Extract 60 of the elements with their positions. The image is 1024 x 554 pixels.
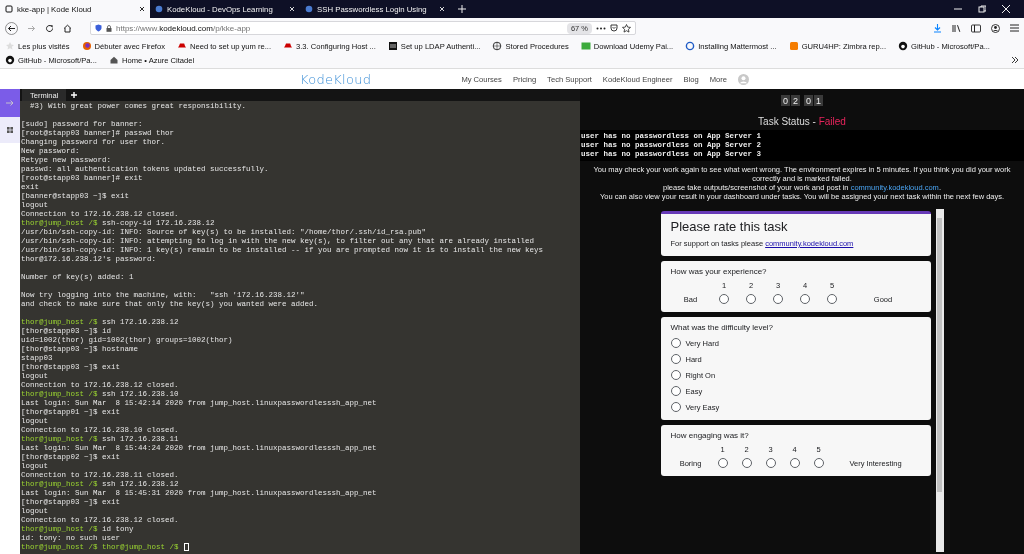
radio-button[interactable]: [670, 354, 681, 364]
maximize-icon[interactable]: [978, 5, 986, 13]
timer-digit: 0: [781, 95, 790, 106]
question-text: What was the difficulty level?: [670, 323, 775, 332]
hat-icon: [283, 41, 294, 51]
hat-icon: [177, 41, 187, 51]
lock-icon: [106, 24, 112, 32]
arrow-icon: [6, 100, 14, 106]
question-text: How engaging was it?: [670, 431, 750, 440]
scrollbar[interactable]: [935, 209, 944, 552]
radio-button[interactable]: [670, 370, 681, 380]
radio-button[interactable]: [789, 458, 800, 468]
site-logo[interactable]: KodeKloud: [300, 71, 372, 87]
star-icon[interactable]: [622, 23, 631, 33]
timer-digit: 2: [791, 95, 800, 106]
url-text[interactable]: https://www.kodekloud.com/p/kke-app: [116, 23, 563, 33]
star-icon: [5, 41, 15, 51]
plus-icon[interactable]: [458, 5, 466, 13]
ring-icon: [685, 41, 696, 51]
more-icon[interactable]: [596, 26, 606, 30]
pocket-icon[interactable]: [610, 24, 618, 32]
download-icon[interactable]: [933, 23, 942, 33]
question-text: How was your experience?: [670, 267, 768, 276]
shield-icon: [95, 24, 102, 32]
account-icon[interactable]: [991, 23, 1000, 33]
task-status: Task Status - Failed: [758, 116, 846, 127]
library-icon[interactable]: [952, 23, 961, 33]
timer-digit: 1: [814, 95, 823, 106]
square-icon: [387, 41, 398, 51]
radio-button[interactable]: [773, 294, 783, 304]
back-icon[interactable]: [5, 21, 18, 35]
menu-icon[interactable]: [1010, 24, 1019, 32]
radio-button[interactable]: [719, 294, 729, 304]
timer-digit: 0: [804, 95, 813, 106]
apps-button[interactable]: [0, 117, 20, 143]
home-icon[interactable]: [63, 23, 72, 33]
page-icon: [5, 5, 13, 13]
house-icon: [108, 55, 119, 65]
radio-button[interactable]: [746, 294, 756, 304]
globe-icon: [155, 5, 163, 13]
square-icon: [580, 41, 591, 51]
radio-button[interactable]: [800, 294, 810, 304]
globe-icon: [305, 5, 313, 13]
radio-button[interactable]: [670, 386, 681, 396]
reload-icon[interactable]: [45, 23, 54, 33]
minimize-icon[interactable]: [954, 5, 962, 13]
radio-button[interactable]: [813, 458, 824, 468]
radio-button[interactable]: [827, 294, 837, 304]
chevron-icon[interactable]: [1011, 56, 1019, 64]
form-title: Please rate this task: [670, 219, 789, 234]
radio-button[interactable]: [670, 338, 681, 348]
radio-button[interactable]: [765, 458, 776, 468]
rounded-square-icon: [788, 41, 799, 51]
radio-button[interactable]: [717, 458, 728, 468]
radio-button[interactable]: [670, 402, 681, 412]
grid-icon: [7, 127, 13, 133]
close-icon[interactable]: [139, 6, 145, 12]
sidebar-icon[interactable]: [971, 23, 981, 33]
radio-button[interactable]: [741, 458, 752, 468]
globe-icon: [492, 41, 503, 51]
